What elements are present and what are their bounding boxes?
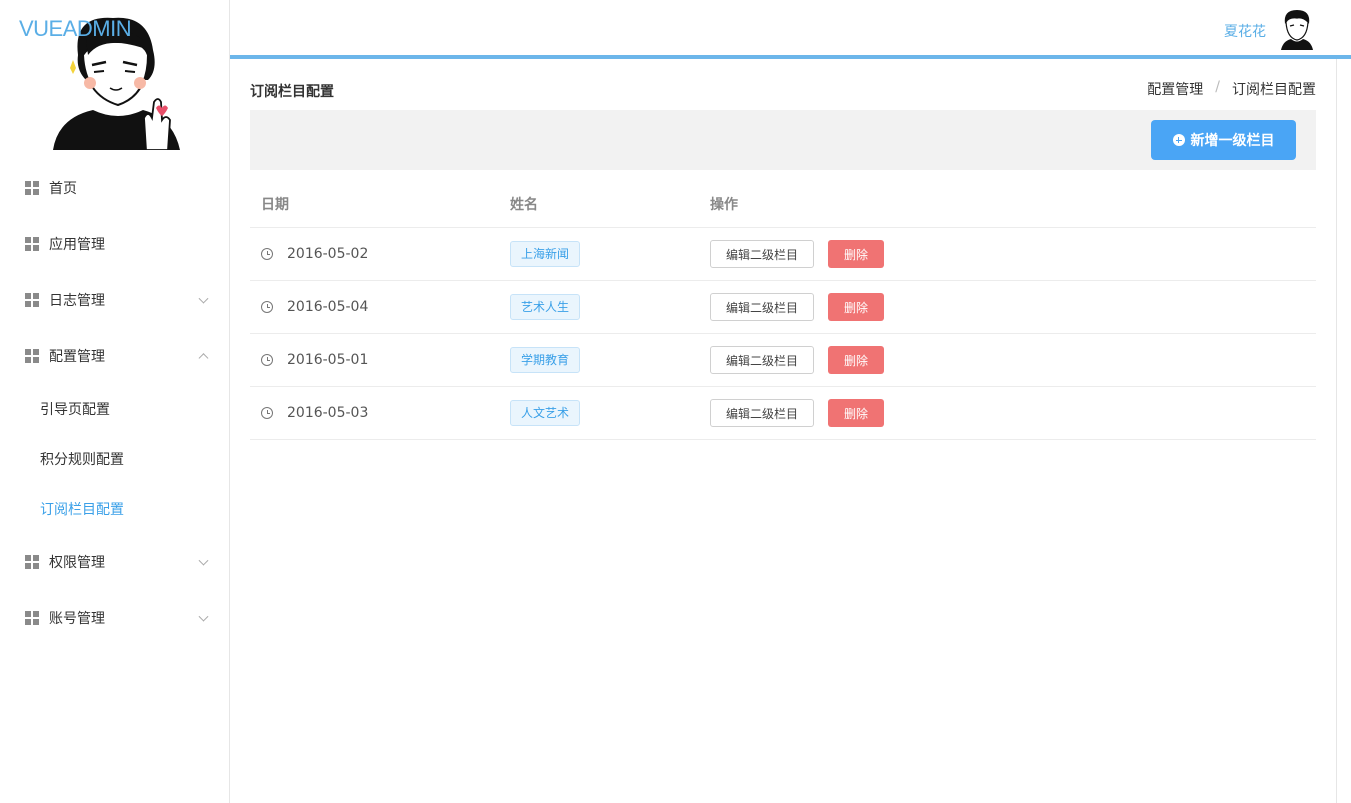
row-name-tag: 人文艺术 [510, 400, 581, 426]
column-header-actions: 操作 [710, 196, 738, 213]
clock-icon [261, 248, 273, 260]
table-row: 2016-05-02 上海新闻 编辑二级栏目 删除 [250, 228, 1316, 281]
grid-icon [25, 555, 39, 569]
chevron-down-icon [198, 293, 209, 304]
row-date: 2016-05-04 [287, 299, 369, 315]
row-name-tag: 艺术人生 [510, 294, 581, 320]
grid-icon [25, 293, 39, 307]
breadcrumb: 配置管理 / 订阅栏目配置 [1147, 79, 1316, 99]
grid-icon [25, 181, 39, 195]
sidebar-item-log-management[interactable]: 日志管理 [0, 272, 229, 328]
add-button-label: 新增一级栏目 [1190, 133, 1275, 149]
add-top-level-column-button[interactable]: 新增一级栏目 [1151, 120, 1296, 160]
sidebar-item-label: 权限管理 [49, 555, 105, 571]
sidebar-item-config-management[interactable]: 配置管理 [0, 328, 229, 384]
grid-icon [25, 611, 39, 625]
header-accent-bar [230, 55, 1351, 59]
toolbar: 新增一级栏目 [250, 110, 1316, 170]
sidebar-item-account-management[interactable]: 账号管理 [0, 590, 229, 646]
avatar[interactable] [1279, 8, 1315, 50]
plus-circle-icon [1172, 134, 1185, 146]
table-header: 日期 姓名 操作 [250, 180, 1316, 228]
clock-icon [261, 354, 273, 366]
row-date: 2016-05-03 [287, 405, 369, 421]
grid-icon [25, 349, 39, 363]
sidebar: VUEADMIN 首页 应用管理 日志管理 配置管理 引导页配置 积分规则配置 … [0, 0, 230, 803]
column-header-date: 日期 [261, 196, 289, 213]
grid-icon [25, 237, 39, 251]
page-title: 订阅栏目配置 [250, 84, 334, 100]
sidebar-item-label: 账号管理 [49, 611, 105, 627]
edit-subcolumn-button[interactable]: 编辑二级栏目 [710, 240, 814, 268]
clock-icon [261, 301, 273, 313]
sidebar-subitem-points-rule-config[interactable]: 积分规则配置 [0, 434, 229, 484]
sidebar-item-label: 配置管理 [49, 349, 105, 365]
sidebar-item-label: 首页 [49, 181, 77, 197]
chevron-down-icon [198, 611, 209, 622]
row-name-tag: 学期教育 [510, 347, 581, 373]
column-header-name: 姓名 [510, 196, 538, 213]
breadcrumb-separator: / [1215, 79, 1220, 95]
row-date: 2016-05-02 [287, 246, 369, 262]
delete-button[interactable]: 删除 [828, 293, 884, 321]
delete-button[interactable]: 删除 [828, 399, 884, 427]
column-table: 日期 姓名 操作 2016-05-02 上海新闻 编辑二级栏目 删除 2016-… [250, 180, 1316, 440]
chevron-up-icon [198, 353, 209, 364]
sidebar-item-app-management[interactable]: 应用管理 [0, 216, 229, 272]
vertical-scrollbar[interactable] [1336, 59, 1351, 803]
sidebar-subitem-subscription-config[interactable]: 订阅栏目配置 [0, 484, 229, 534]
sidebar-item-home[interactable]: 首页 [0, 160, 229, 216]
table-row: 2016-05-04 艺术人生 编辑二级栏目 删除 [250, 281, 1316, 334]
table-row: 2016-05-01 学期教育 编辑二级栏目 删除 [250, 334, 1316, 387]
row-date: 2016-05-01 [287, 352, 369, 368]
sidebar-menu: 首页 应用管理 日志管理 配置管理 引导页配置 积分规则配置 订阅栏目配置 权限… [0, 160, 229, 646]
breadcrumb-item-config-management[interactable]: 配置管理 [1147, 79, 1203, 99]
username[interactable]: 夏花花 [1224, 21, 1266, 41]
row-name-tag: 上海新闻 [510, 241, 581, 267]
edit-subcolumn-button[interactable]: 编辑二级栏目 [710, 399, 814, 427]
table-row: 2016-05-03 人文艺术 编辑二级栏目 删除 [250, 387, 1316, 440]
edit-subcolumn-button[interactable]: 编辑二级栏目 [710, 293, 814, 321]
sidebar-item-permission-management[interactable]: 权限管理 [0, 534, 229, 590]
breadcrumb-item-current: 订阅栏目配置 [1232, 82, 1316, 98]
delete-button[interactable]: 删除 [828, 346, 884, 374]
delete-button[interactable]: 删除 [828, 240, 884, 268]
clock-icon [261, 407, 273, 419]
sidebar-item-label: 日志管理 [49, 293, 105, 309]
top-header: 夏花花 [230, 0, 1351, 55]
sidebar-subitem-guide-config[interactable]: 引导页配置 [0, 384, 229, 434]
edit-subcolumn-button[interactable]: 编辑二级栏目 [710, 346, 814, 374]
chevron-down-icon [198, 555, 209, 566]
brand-logo[interactable]: VUEADMIN [19, 16, 132, 42]
sidebar-item-label: 应用管理 [49, 237, 105, 253]
